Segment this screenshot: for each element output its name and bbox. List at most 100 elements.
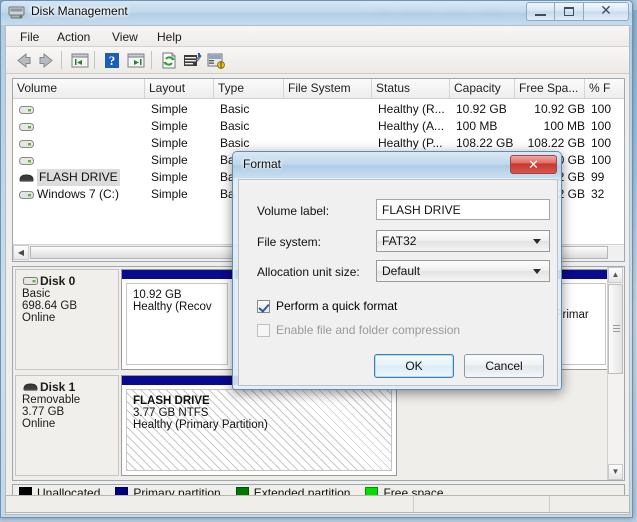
volume-label-label: Volume label: [257,204,330,218]
volume-name: FLASH DRIVE [37,169,120,186]
toolbar-separator [94,51,95,69]
minimize-button[interactable] [526,2,555,21]
cell-free-space: 108.22 GB [527,136,585,150]
cancel-button[interactable]: Cancel [464,354,544,378]
column-header-percent-free[interactable]: % F [585,79,624,98]
rescan-disks-icon[interactable] [206,51,226,70]
column-header-file-system[interactable]: File System [284,79,372,98]
close-icon: ✕ [528,156,539,172]
cell-status: Healthy (P... [378,136,443,150]
menu-view[interactable]: View [106,29,144,45]
status-bar [5,495,630,513]
menu-file[interactable]: File [14,29,45,45]
column-header-capacity[interactable]: Capacity [450,79,515,98]
cell-percent-free: 32 [591,187,605,201]
back-icon[interactable] [14,51,34,70]
properties-icon[interactable] [182,51,202,70]
partition-color-bar [122,270,232,279]
partition-details: 10.92 GB Healthy (Recov [126,283,228,365]
vscroll-thumb[interactable] [608,284,623,374]
toolbar-separator [61,51,62,69]
disk-size: 3.77 GB [22,406,65,418]
partition-size: 10.92 GB [133,289,182,301]
table-row[interactable]: Simple Basic Healthy (R... 10.92 GB 10.9… [13,101,624,118]
quick-format-checkbox-row[interactable]: Perform a quick format [257,299,397,313]
show-hide-action-pane-icon[interactable] [126,51,146,70]
quick-format-checkbox[interactable] [257,299,270,313]
drive-icon [19,106,34,114]
status-segment-main [6,496,414,512]
disk-info-1[interactable]: Disk 1 Removable 3.77 GB Online [15,375,119,476]
status-segment-2 [414,496,550,512]
table-row[interactable]: Simple Basic Healthy (A... 100 MB 100 MB… [13,118,624,135]
chevron-down-icon [533,239,541,244]
partition-block[interactable]: 10.92 GB Healthy (Recov [121,269,233,370]
window-title: Disk Management [31,4,128,18]
cell-status: Healthy (A... [378,119,445,133]
maximize-button[interactable] [555,2,584,21]
format-dialog-close-button[interactable]: ✕ [510,155,557,174]
partition-size: 3.77 GB NTFS [133,407,209,419]
scroll-down-arrow-icon[interactable]: ▼ [608,464,623,480]
disk-info-0[interactable]: Disk 0 Basic 698.64 GB Online [15,269,119,370]
enable-compression-checkbox [257,323,270,337]
volume-list-header: Volume Layout Type File System Status Ca… [13,79,624,99]
table-row[interactable]: Simple Basic Healthy (P... 108.22 GB 108… [13,135,624,152]
cell-layout: Simple [151,119,188,133]
close-button[interactable]: ✕ [584,2,629,21]
volume-label-input[interactable]: FLASH DRIVE [376,199,550,220]
enable-compression-label: Enable file and folder compression [276,323,461,337]
caption-buttons: ✕ [526,2,629,21]
cell-type: Basic [220,136,250,150]
cell-percent-free: 100 [591,136,612,150]
drive-icon [19,157,34,165]
cell-layout: Simple [151,102,188,116]
forward-icon[interactable] [36,51,56,70]
volume-name: Windows 7 (C:) [37,187,120,201]
column-header-free-space[interactable]: Free Spa... [515,79,585,98]
help-icon[interactable]: ? [102,51,122,70]
disk-name: Disk 1 [40,380,76,394]
refresh-icon[interactable] [159,51,179,70]
partition-status: Healthy (Recov [133,301,212,313]
column-header-layout[interactable]: Layout [145,79,214,98]
column-header-volume[interactable]: Volume [13,79,145,98]
format-dialog-titlebar: Format ✕ [233,152,561,178]
disk-1-partitions: FLASH DRIVE 3.77 GB NTFS Healthy (Primar… [121,375,624,476]
cell-layout: Simple [151,136,188,150]
status-segment-3 [550,496,629,512]
disk-map-vscrollbar[interactable]: ▲ ▼ [607,267,624,480]
menu-help[interactable]: Help [151,29,188,45]
cell-layout: Simple [151,187,188,201]
cell-capacity: 108.22 GB [456,136,514,150]
cell-type: Basic [220,119,250,133]
scroll-up-arrow-icon[interactable]: ▲ [608,267,623,283]
drive-icon [19,123,34,131]
column-header-status[interactable]: Status [372,79,450,98]
allocation-unit-size-select[interactable]: Default [376,260,550,282]
screenshot-root: File Action View Help ◀ ▶ ▤ ▤ ▣ ▤ ▥ ▦ Di… [0,0,637,522]
svg-text:?: ? [109,53,116,68]
partition-label: FLASH DRIVE [133,395,210,407]
cell-percent-free: 100 [591,102,612,116]
ok-button[interactable]: OK [374,354,454,378]
allocation-unit-size-label: Allocation unit size: [257,265,360,279]
removable-disk-icon [23,383,38,391]
chevron-down-icon [533,269,541,274]
format-dialog-body: Volume label: FLASH DRIVE File system: F… [238,179,558,386]
disk-type: Basic [22,288,51,300]
fixed-disk-icon [23,277,38,285]
cell-layout: Simple [151,170,188,184]
menu-action[interactable]: Action [51,29,96,45]
allocation-unit-size-value: Default [382,264,421,278]
scroll-left-arrow-icon[interactable]: ◀ [13,245,29,260]
show-hide-console-tree-icon[interactable] [70,51,90,70]
system-drive-icon [19,191,34,199]
partition-block[interactable]: FLASH DRIVE 3.77 GB NTFS Healthy (Primar… [121,375,397,476]
cell-percent-free: 100 [591,119,612,133]
menu-bar: File Action View Help [6,26,629,47]
file-system-select[interactable]: FAT32 [376,230,550,252]
format-dialog: Format ✕ Volume label: FLASH DRIVE File … [232,151,562,390]
column-header-type[interactable]: Type [214,79,284,98]
scroll-grip-icon [613,325,620,326]
